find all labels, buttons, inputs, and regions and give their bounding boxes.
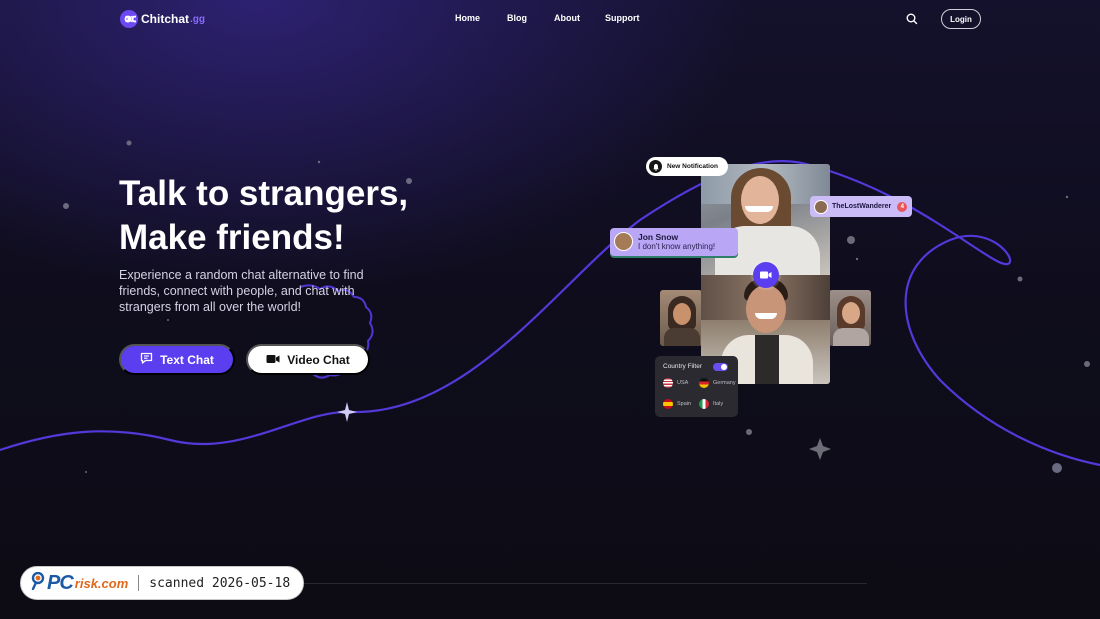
spain-flag-icon [663,399,673,409]
country-option-germany[interactable]: Germany [699,378,736,388]
country-option-italy[interactable]: Italy [699,399,723,409]
country-filter-card: Country Filter USA Germany Spain Italy [655,356,738,417]
magnifier-icon [31,571,45,595]
avatar [814,199,828,214]
chat-message-text: I don't know anything! [638,242,716,251]
video-camera-icon [760,266,772,284]
badge-separator [138,575,140,591]
brand-suffix: .gg [190,13,205,25]
bell-icon [649,160,662,173]
pcrisk-logo: PC risk.com [31,571,129,595]
nav-link-about[interactable]: About [554,13,580,23]
watermark-badge: PC risk.com scanned 2026-05-18 [20,566,304,600]
video-feed-woman [701,164,830,275]
video-chat-label: Video Chat [287,352,350,367]
text-chat-button[interactable]: Text Chat [119,344,235,375]
notification-label: New Notification [667,163,718,170]
video-chat-button[interactable]: Video Chat [246,344,370,375]
pcrisk-risk-text: risk.com [74,575,129,591]
usa-flag-icon [663,378,673,388]
country-option-usa[interactable]: USA [663,378,688,388]
text-chat-label: Text Chat [160,352,214,367]
hero-title-line-1: Talk to strangers, [119,174,409,213]
stranger-photo-right [829,290,871,346]
nav-link-blog[interactable]: Blog [507,13,527,23]
chat-message-card: Jon Snow I don't know anything! [610,228,738,256]
top-navbar: Chitchat .gg Home Blog About Support Log… [0,0,1100,38]
chat-bubble-icon [140,352,153,367]
germany-flag-icon [699,378,709,388]
brand-logo[interactable]: Chitchat .gg [120,10,205,28]
chitchat-logo-icon [120,10,138,28]
nav-link-support[interactable]: Support [605,13,640,23]
video-call-button[interactable] [753,262,779,288]
search-icon[interactable] [905,12,919,26]
country-option-spain[interactable]: Spain [663,399,691,409]
video-camera-icon [266,353,280,367]
hero-title: Talk to strangers, Make friends! [119,172,408,260]
brand-name: Chitchat [141,12,189,26]
login-button[interactable]: Login [941,9,981,29]
country-label: USA [677,380,689,386]
hero-title-line-2: Make friends! [119,218,345,257]
pcrisk-pc-text: PC [47,571,74,594]
notification-count-badge: 4 [897,201,908,212]
country-label: Spain [677,401,692,407]
user-tag-name: TheLostWanderer [832,203,892,210]
italy-flag-icon [699,399,709,409]
chat-sender-name: Jon Snow [638,232,679,242]
user-tag-card: TheLostWanderer 4 [810,196,912,217]
hero-description: Experience a random chat alternative to … [119,268,364,314]
country-label: Italy [713,401,724,407]
stranger-photo-left [660,290,702,346]
country-filter-toggle[interactable] [713,363,728,371]
avatar [614,232,633,251]
new-notification-pill: New Notification [646,157,728,176]
nav-link-home[interactable]: Home [455,13,480,23]
country-label: Germany [713,380,736,386]
country-filter-title: Country Filter [663,363,703,370]
scan-date: scanned 2026-05-18 [149,575,291,591]
